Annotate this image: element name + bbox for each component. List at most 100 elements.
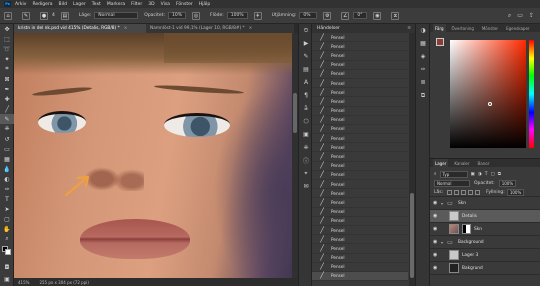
brush-settings-button[interactable]: ▤	[60, 11, 73, 20]
menu-window[interactable]: Fönster	[176, 2, 193, 7]
history-state-row[interactable]: ╱ Pensel	[312, 263, 408, 272]
layer-row-group[interactable]: ◉ ▾ ▭ Background	[430, 236, 540, 249]
character-panel-icon[interactable]: A	[299, 76, 313, 89]
history-state-row[interactable]: ╱ Pensel	[312, 198, 408, 208]
screen-mode-icon[interactable]: ▣	[0, 274, 14, 284]
brush-tool-preset[interactable]: ✎	[22, 11, 34, 20]
history-state-row[interactable]: ╱ Pensel	[312, 217, 408, 226]
visibility-eye-icon[interactable]: ◉	[433, 200, 441, 206]
opacity-input[interactable]: 10%	[167, 12, 186, 19]
symmetry-button[interactable]: ⧖	[391, 11, 403, 20]
history-panel-icon[interactable]: ⏲	[299, 24, 313, 37]
history-state-row[interactable]: ╱ Pensel	[312, 88, 408, 98]
lock-position-icon[interactable]	[461, 189, 467, 195]
layer-row-selected[interactable]: ◉ Detalis	[430, 210, 540, 223]
home-button[interactable]: ⌂	[4, 11, 16, 20]
dodge-tool-icon[interactable]: ◐	[0, 174, 14, 184]
brush-size-picker[interactable]: ● 4	[40, 11, 55, 20]
visibility-eye-icon[interactable]: ◉	[433, 213, 441, 219]
history-state-row[interactable]: ╱ Pensel	[312, 254, 408, 263]
tab-properties[interactable]: Egenskaper	[504, 24, 532, 32]
history-state-row[interactable]: ╱ Pensel	[312, 125, 408, 135]
frame-tool-icon[interactable]: ⊠	[0, 74, 14, 84]
menu-image[interactable]: Bild	[59, 2, 67, 7]
search-icon[interactable]: ⌕	[508, 12, 511, 20]
close-icon[interactable]: ×	[249, 26, 253, 31]
actions-panel-icon[interactable]: ▶	[299, 37, 313, 50]
menu-help[interactable]: Hjälp	[199, 2, 211, 7]
layer-row-masked[interactable]: ◉ Skn	[430, 223, 540, 236]
adjustments-panel-icon[interactable]: ◑	[416, 24, 430, 37]
layer-comps-panel-icon[interactable]: ⧉	[416, 89, 430, 102]
filter-shape-icon[interactable]: ▢	[490, 172, 494, 177]
tab-paths[interactable]: Banor	[476, 159, 492, 167]
scroll-thumb[interactable]	[410, 193, 414, 278]
pen-tool-icon[interactable]: ✑	[0, 184, 14, 194]
visibility-eye-icon[interactable]: ◉	[433, 252, 441, 258]
lock-image-icon[interactable]	[454, 189, 460, 195]
lasso-tool-icon[interactable]: ➰	[0, 44, 14, 54]
tab-color[interactable]: Färg	[433, 24, 446, 32]
layer-filter-select[interactable]: Typ	[439, 170, 468, 178]
tab-channels[interactable]: Kanaler	[452, 159, 471, 167]
menu-edit[interactable]: Redigera	[32, 2, 52, 7]
menu-filter[interactable]: Filter	[131, 2, 142, 7]
history-state-row[interactable]: ╱ Pensel	[312, 107, 408, 116]
history-state-row[interactable]: ╱ Pensel	[312, 235, 408, 245]
gradient-tool-icon[interactable]: ▦	[0, 154, 14, 164]
filter-adjust-icon[interactable]: ◑	[478, 172, 482, 177]
crop-tool-icon[interactable]: ⌗	[0, 64, 14, 74]
history-state-row[interactable]: ╱ Pensel	[312, 51, 408, 61]
history-state-row[interactable]: ╱ Pensel	[312, 42, 408, 52]
menu-select[interactable]: Markera	[107, 2, 125, 7]
swatches-panel-icon[interactable]: ▦	[416, 37, 430, 50]
tab-gradients[interactable]: Övertoning	[450, 24, 476, 32]
color-picker-cursor[interactable]	[488, 102, 492, 106]
flow-input[interactable]: 100%	[226, 12, 248, 19]
foreground-color[interactable]	[436, 38, 444, 46]
menu-layer[interactable]: Lager	[73, 2, 86, 7]
panel-menu-icon[interactable]: ≡	[407, 26, 411, 31]
healing-tool-icon[interactable]: ✚	[0, 94, 14, 104]
layer-opacity-input[interactable]: 100%	[498, 180, 517, 187]
history-state-row[interactable]: ╱ Pensel	[312, 271, 408, 282]
filter-smart-icon[interactable]: ⧉	[498, 171, 501, 177]
menu-file[interactable]: Arkiv	[15, 2, 26, 7]
document-canvas[interactable]	[14, 33, 292, 278]
quick-mask-icon[interactable]: ◘	[0, 262, 14, 272]
history-panel-title[interactable]: Händelser	[317, 26, 340, 31]
chevron-down-icon[interactable]: ▾	[441, 240, 443, 245]
close-icon[interactable]: ×	[124, 26, 128, 31]
navigator-panel-icon[interactable]: ⌖	[299, 167, 313, 180]
styles-panel-icon[interactable]: ◈	[416, 50, 430, 63]
menu-view[interactable]: Visa	[161, 2, 170, 7]
pressure-size-toggle[interactable]: ◉	[373, 11, 385, 20]
history-brush-tool-icon[interactable]: ↺	[0, 134, 14, 144]
workspace-icon[interactable]: ▭	[517, 12, 523, 20]
zoom-tool-icon[interactable]: ⌕	[0, 234, 14, 244]
lock-transparent-icon[interactable]	[447, 189, 453, 195]
tab-patterns[interactable]: Mönster	[480, 24, 500, 32]
zoom-level[interactable]: 415%	[18, 280, 29, 285]
fill-input[interactable]: 100%	[506, 188, 525, 196]
history-scrollbar[interactable]	[409, 33, 415, 286]
smoothing-settings-button[interactable]: ⚙	[323, 11, 335, 20]
brush-tool-icon[interactable]: ╱	[0, 104, 14, 114]
document-tab-inactive[interactable]: Namnlöst-1 vid 99,1% (Lager 10, RGB/8#) …	[146, 24, 294, 33]
eraser-tool-icon[interactable]: ▭	[0, 144, 14, 154]
quick-select-tool-icon[interactable]: ✦	[0, 54, 14, 64]
mode-select[interactable]: Normal	[94, 12, 139, 19]
channels-panel-icon[interactable]: ≣	[416, 76, 430, 89]
share-icon[interactable]: ⇪	[529, 12, 534, 20]
history-state-row[interactable]: ╱ Pensel	[312, 162, 408, 171]
chevron-down-icon[interactable]: ▾	[441, 201, 443, 206]
airbrush-toggle[interactable]: ✈	[253, 11, 266, 20]
hue-slider[interactable]	[529, 40, 534, 148]
lock-all-icon[interactable]	[475, 189, 481, 195]
eyedropper-tool-icon[interactable]: ✒	[0, 84, 14, 94]
clone-stamp-tool-icon[interactable]: ⎈	[0, 124, 14, 134]
angle-input[interactable]: 0°	[353, 12, 368, 19]
lock-artboard-icon[interactable]	[468, 189, 474, 195]
history-state-row[interactable]: ╱ Pensel	[312, 244, 408, 254]
history-state-row[interactable]: ╱ Pensel	[312, 180, 408, 190]
